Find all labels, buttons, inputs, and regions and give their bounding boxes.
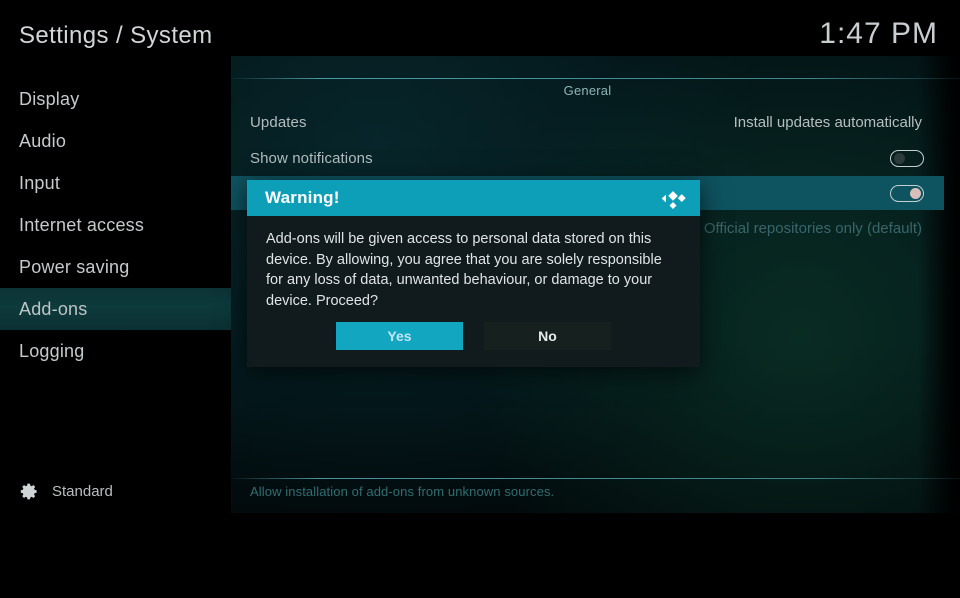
dialog-header: Warning!: [247, 180, 700, 216]
sidebar-item-label: Logging: [19, 340, 85, 361]
kodi-settings-screen: Settings / System 1:47 PM Display Audio …: [0, 0, 960, 598]
sidebar-item-label: Add-ons: [19, 298, 88, 319]
setting-row-updates[interactable]: Updates Install updates automatically: [231, 105, 944, 139]
setting-label: Updates: [250, 113, 307, 131]
sidebar-item-input[interactable]: Input: [0, 162, 231, 204]
dialog-message: Add-ons will be given access to personal…: [266, 231, 662, 309]
profile-level-label: Standard: [52, 482, 113, 500]
yes-button[interactable]: Yes: [336, 322, 463, 350]
setting-help-text: Allow installation of add-ons from unkno…: [250, 484, 555, 499]
sidebar-item-label: Audio: [19, 130, 67, 151]
page-title: Settings / System: [19, 22, 213, 49]
sidebar-item-display[interactable]: Display: [0, 78, 231, 120]
show-notifications-toggle[interactable]: [890, 149, 924, 167]
sidebar-item-logging[interactable]: Logging: [0, 330, 231, 372]
sidebar-item-label: Display: [19, 88, 80, 109]
dialog-title: Warning!: [265, 188, 340, 207]
sidebar-item-label: Internet access: [19, 214, 145, 235]
sidebar-item-internet-access[interactable]: Internet access: [0, 204, 231, 246]
setting-value: Official repositories only (default): [703, 219, 922, 237]
sidebar-item-audio[interactable]: Audio: [0, 120, 231, 162]
profile-level-row[interactable]: Standard: [0, 474, 231, 508]
setting-value: Install updates automatically: [733, 113, 922, 131]
panel-top-divider: [231, 78, 960, 79]
sidebar-item-power-saving[interactable]: Power saving: [0, 246, 231, 288]
sidebar-item-label: Input: [19, 172, 61, 193]
sidebar-item-label: Power saving: [19, 256, 130, 277]
sidebar: Display Audio Input Internet access Powe…: [0, 78, 231, 513]
sidebar-item-add-ons[interactable]: Add-ons: [0, 288, 231, 330]
settings-group-title: General: [563, 83, 612, 98]
dialog-button-row: Yes No: [247, 322, 700, 350]
setting-label: Show notifications: [250, 149, 373, 167]
setting-row-show-notifications[interactable]: Show notifications: [231, 141, 944, 175]
warning-dialog: Warning! Add-ons will be given access to…: [247, 180, 700, 367]
kodi-logo: [661, 191, 686, 209]
no-button[interactable]: No: [484, 322, 611, 350]
gear-icon: [20, 483, 37, 499]
unknown-sources-toggle[interactable]: [890, 184, 924, 202]
clock: 1:47 PM: [819, 17, 938, 50]
panel-bottom-divider: [231, 478, 960, 479]
